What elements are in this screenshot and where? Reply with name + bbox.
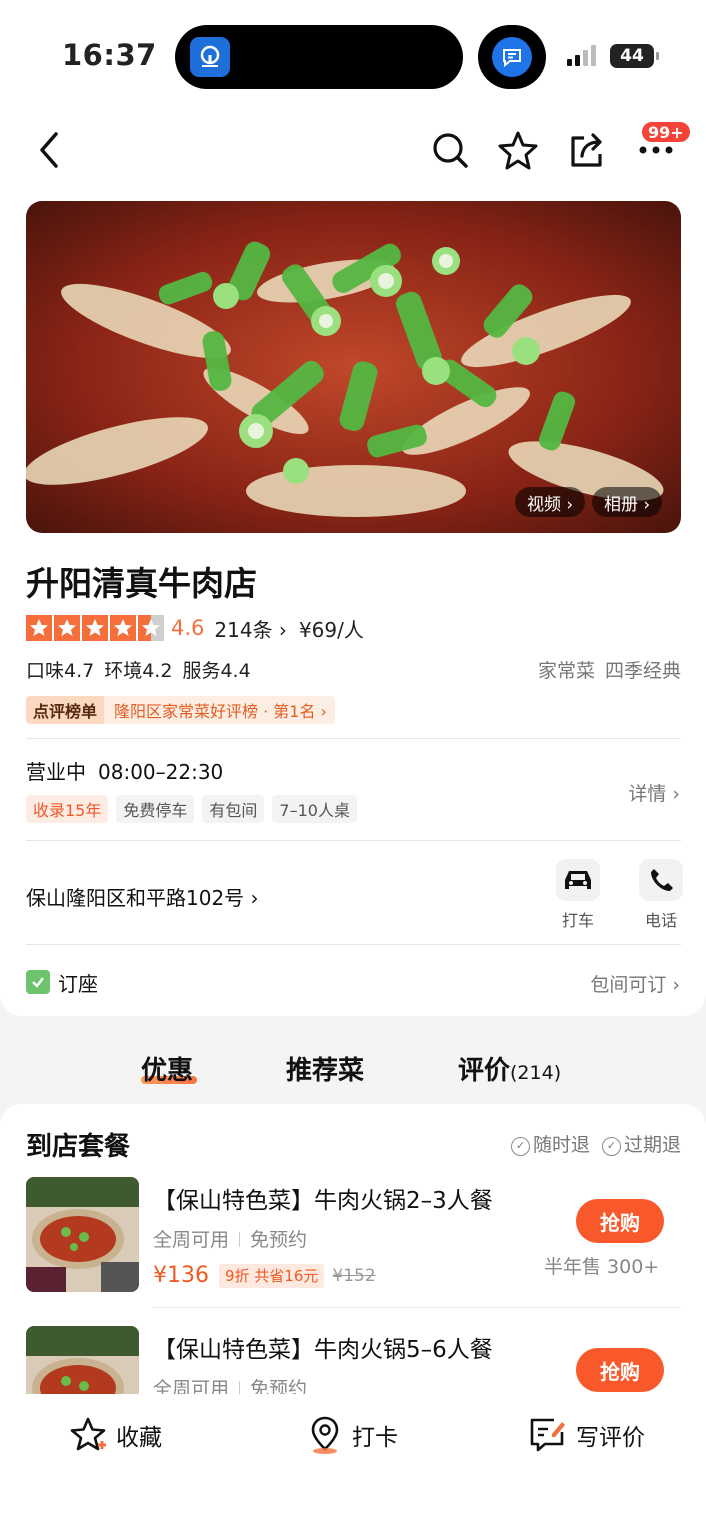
category-tag: 家常菜 bbox=[537, 660, 595, 682]
buy-button[interactable]: 抢购 bbox=[576, 1199, 664, 1243]
status-time: 16:37 bbox=[62, 38, 157, 72]
deals-title: 到店套餐 bbox=[26, 1132, 131, 1162]
deal-thumbnail bbox=[26, 1326, 139, 1404]
service-score: 服务4.4 bbox=[182, 660, 251, 682]
hours-value: 08:00–22:30 bbox=[98, 760, 224, 784]
rating-row: 4.6 214条 › ¥69/人 bbox=[26, 613, 364, 643]
write-review-label: 写评价 bbox=[576, 1425, 645, 1451]
private-room-link[interactable]: 包间可订 › bbox=[590, 970, 680, 997]
tab-reviews[interactable]: 评价(214) bbox=[458, 1050, 561, 1087]
favorite-label: 收藏 bbox=[116, 1425, 162, 1451]
buy-button[interactable]: 抢购 bbox=[576, 1348, 664, 1392]
environment-score: 环境4.2 bbox=[104, 660, 173, 682]
guarantee-item: 随时退 bbox=[511, 1130, 590, 1157]
divider bbox=[26, 840, 681, 841]
divider bbox=[26, 944, 681, 945]
business-status: 营业中 bbox=[26, 760, 86, 784]
deal-discount: 9折 共省16元 bbox=[219, 1263, 325, 1288]
tab-reviews-label: 评价 bbox=[458, 1056, 511, 1086]
detail-link[interactable]: 详情 › bbox=[628, 779, 680, 806]
divider bbox=[153, 1307, 681, 1308]
star-icon bbox=[82, 615, 108, 641]
deal-original-price: ¥152 bbox=[332, 1265, 376, 1286]
guarantee-item: 过期退 bbox=[602, 1130, 681, 1157]
message-icon bbox=[492, 37, 532, 77]
feature-tag: 收录15年 bbox=[26, 795, 109, 823]
phone-label: 电话 bbox=[644, 911, 677, 930]
shop-name: 升阳清真牛肉店 bbox=[26, 564, 257, 603]
dynamic-island bbox=[175, 25, 463, 89]
status-bar: 16:37 44 bbox=[0, 0, 706, 110]
rating-score: 4.6 bbox=[171, 616, 205, 640]
shop-card: 视频 › 相册 › 升阳清真牛肉店 4.6 214条 › ¥69/人 口味4.7… bbox=[0, 190, 706, 1016]
car-icon bbox=[556, 859, 600, 901]
back-icon[interactable] bbox=[27, 128, 71, 172]
ranking-text: 隆阳区家常菜好评榜 · 第1名 › bbox=[104, 696, 335, 724]
half-star-icon bbox=[138, 615, 164, 641]
battery-icon: 44 bbox=[610, 44, 659, 68]
favorite-button[interactable]: 收藏 bbox=[70, 1412, 162, 1458]
feature-tags: 收录15年 免费停车 有包间 7–10人桌 bbox=[26, 795, 357, 823]
star-icon bbox=[26, 615, 52, 641]
deal-item[interactable]: 【保山特色菜】牛肉火锅5–6人餐 全周可用 免预约 抢购 bbox=[0, 1326, 706, 1404]
star-icon bbox=[110, 615, 136, 641]
write-review-button[interactable]: 写评价 bbox=[528, 1412, 645, 1458]
top-nav bbox=[0, 110, 706, 190]
taxi-label: 打车 bbox=[561, 911, 594, 930]
notification-badge: 99+ bbox=[640, 120, 692, 144]
categories: 家常菜 四季经典 bbox=[528, 656, 681, 683]
deal-item[interactable]: 【保山特色菜】牛肉火锅2–3人餐 全周可用 免预约 ¥136 9折 共省16元 ¥… bbox=[0, 1177, 706, 1317]
edit-review-icon bbox=[530, 1418, 565, 1452]
deal-name: 【保山特色菜】牛肉火锅2–3人餐 bbox=[153, 1188, 493, 1214]
star-icon bbox=[54, 615, 80, 641]
business-hours: 营业中 08:00–22:30 bbox=[26, 756, 235, 785]
deal-sold-count: 半年售 300+ bbox=[544, 1256, 660, 1278]
deal-usage: 全周可用 bbox=[153, 1229, 230, 1251]
deal-thumbnail bbox=[26, 1177, 139, 1292]
share-icon[interactable] bbox=[565, 128, 609, 172]
taste-score: 口味4.7 bbox=[26, 660, 95, 682]
signal-icon bbox=[567, 45, 596, 66]
taxi-button[interactable]: 打车 bbox=[556, 859, 600, 931]
tab-reviews-count: (214) bbox=[510, 1062, 562, 1084]
deal-price: ¥136 bbox=[153, 1263, 209, 1288]
hero-photo[interactable]: 视频 › 相册 › bbox=[26, 201, 681, 533]
booking-label: 订座 bbox=[58, 971, 98, 996]
feature-tag: 免费停车 bbox=[116, 795, 195, 823]
search-icon[interactable] bbox=[428, 128, 472, 172]
checkin-button[interactable]: 打卡 bbox=[306, 1412, 398, 1458]
album-button[interactable]: 相册 › bbox=[592, 487, 663, 517]
tab-dishes[interactable]: 推荐菜 bbox=[286, 1050, 364, 1087]
deal-conditions: 全周可用 免预约 bbox=[153, 1225, 307, 1252]
video-button[interactable]: 视频 › bbox=[515, 487, 586, 517]
ranking-badge[interactable]: 点评榜单 隆阳区家常菜好评榜 · 第1名 › bbox=[26, 696, 335, 724]
message-activity[interactable] bbox=[478, 25, 546, 89]
avg-price: ¥69/人 bbox=[298, 617, 364, 642]
deal-name: 【保山特色菜】牛肉火锅5–6人餐 bbox=[153, 1337, 493, 1363]
ranking-label: 点评榜单 bbox=[26, 696, 105, 724]
location-pin-icon bbox=[311, 1416, 339, 1454]
deal-reserve: 免预约 bbox=[250, 1229, 308, 1251]
tab-offers[interactable]: 优惠 bbox=[141, 1050, 193, 1087]
railway-app-icon[interactable] bbox=[190, 37, 230, 77]
deals-section: 到店套餐 随时退 过期退 【保山特色菜】牛肉火锅2–3人餐 全周可用免预约 ¥1… bbox=[0, 1104, 706, 1404]
bottom-action-bar: 收藏 打卡 写评价 bbox=[0, 1394, 706, 1536]
guarantees: 随时退 过期退 bbox=[511, 1130, 681, 1157]
feature-tag: 有包间 bbox=[202, 795, 265, 823]
address-link[interactable]: 保山隆阳区和平路102号 › bbox=[26, 882, 259, 911]
review-count-link[interactable]: 214条 › bbox=[214, 614, 287, 643]
star-plus-icon bbox=[70, 1417, 106, 1451]
deal-price-row: ¥136 9折 共省16元 ¥152 bbox=[153, 1263, 376, 1288]
booking-row[interactable]: 订座 bbox=[26, 968, 98, 996]
checkin-label: 打卡 bbox=[352, 1425, 398, 1451]
phone-icon bbox=[639, 859, 683, 901]
phone-button[interactable]: 电话 bbox=[639, 859, 683, 931]
star-icon[interactable] bbox=[496, 128, 540, 172]
feature-tag: 7–10人桌 bbox=[272, 795, 357, 823]
sub-scores: 口味4.7 环境4.2 服务4.4 bbox=[26, 656, 261, 683]
category-tag: 四季经典 bbox=[604, 660, 681, 682]
rating-stars bbox=[26, 615, 164, 641]
checkmark-icon bbox=[26, 970, 50, 994]
divider bbox=[26, 738, 681, 739]
